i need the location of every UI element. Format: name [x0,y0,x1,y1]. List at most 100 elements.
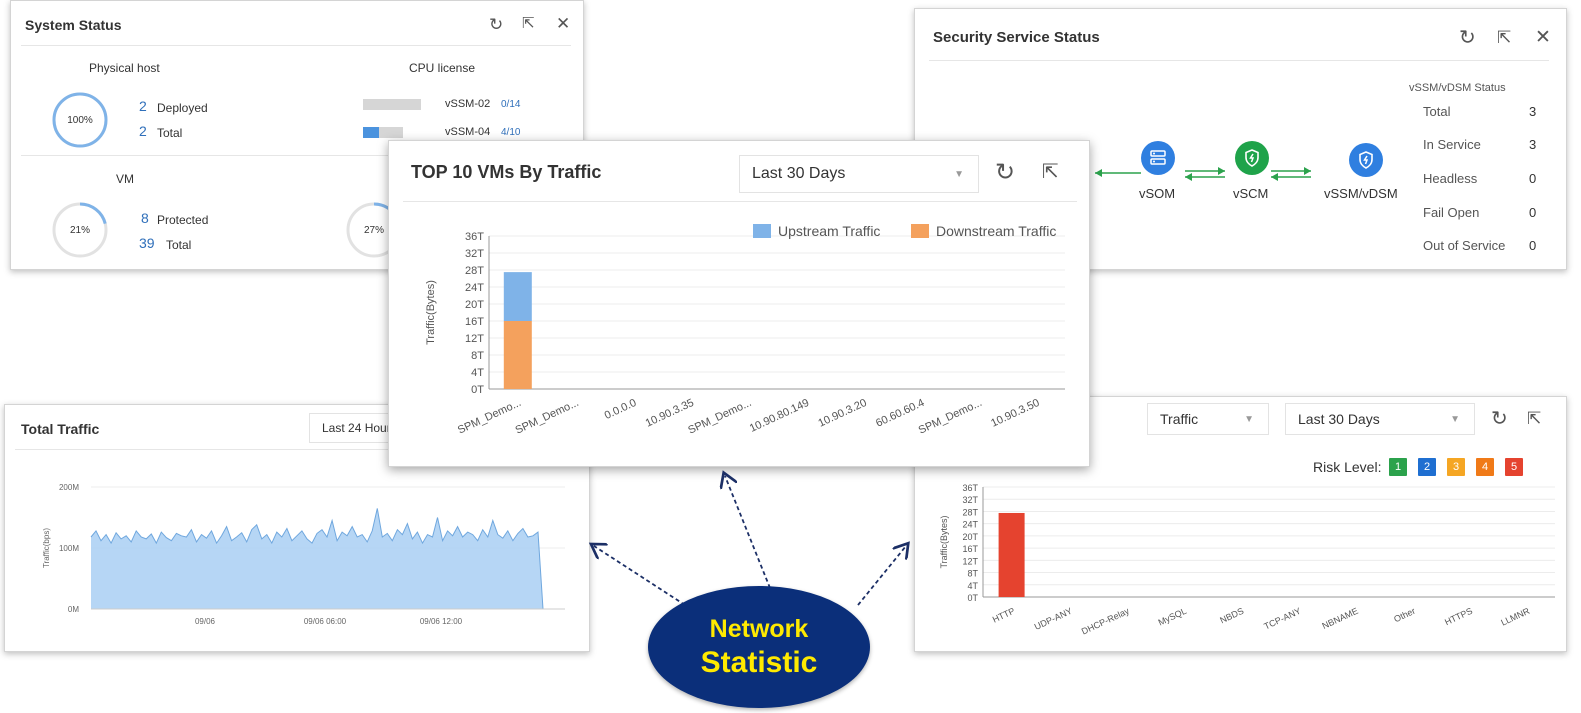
x-tick-label: 09/06 [195,617,216,626]
expand-icon[interactable]: ⇱ [522,16,535,31]
top-vms-range-value: Last 30 Days [752,165,846,182]
y-tick-label: 0T [471,384,484,396]
license-name-vssm04: vSSM-04 [445,126,491,138]
chevron-down-icon: ▼ [954,168,964,180]
bar-upstream [503,272,532,321]
license-value-vssm04: 4/10 [501,127,521,138]
risk-level-label: Risk Level: [1313,459,1382,475]
y-tick-label: 8T [471,350,484,362]
shield-gear-icon [1245,149,1259,167]
chevron-down-icon: ▼ [1244,413,1254,425]
x-tick-label: SPM_Demo... [514,397,581,437]
refresh-icon[interactable]: ↻ [489,16,503,33]
status-label-fail-open: Fail Open [1423,205,1480,220]
app-range-value: Last 30 Days [1298,411,1380,427]
bar [998,512,1025,597]
x-tick-label: Other [1392,606,1417,625]
y-tick-label: 4T [471,367,484,379]
y-axis-label: Traffic(Bytes) [425,280,437,345]
x-tick-label: UDP-ANY [1033,606,1074,632]
y-tick-label: 20T [962,532,978,542]
system-status-title: System Status [25,17,122,33]
node-vscm[interactable] [1235,141,1269,175]
refresh-icon[interactable]: ↻ [1491,409,1508,429]
callout-line1: Network [709,615,809,643]
app-traffic-chart: 0T 4T 8T 12T 16T 20T 24T 28T 32T 36T Traffic(Bytes… [939,483,1555,637]
legend-downstream-label: Downstream Traffic [936,223,1056,239]
y-tick-label: 36T [465,231,484,243]
second-gauge-percent: 27% [364,225,384,236]
x-tick-label: MySQL [1157,606,1188,628]
deployed-label: Deployed [157,101,208,115]
refresh-icon[interactable]: ↻ [1459,28,1476,48]
x-tick-label: HTTP [991,606,1017,625]
node-vsom[interactable] [1141,141,1175,175]
host-total-count: 2 [139,123,147,139]
x-tick-label: LLMNR [1499,606,1531,628]
status-value-total: 3 [1529,104,1537,119]
y-tick-label: 4T [967,581,978,591]
y-axis-label: Traffic(Bytes) [939,515,949,568]
node-vssm-label: vSSM/vDSM [1324,186,1398,201]
risk-level-3[interactable]: 3 [1447,458,1465,476]
top-vms-range-select[interactable]: Last 30 Days ▼ [739,155,979,193]
top-vms-chart: 0T 4T 8T 12T 16T 20T 24T 28T 32T 36T Traffic(Bytes… [425,223,1065,437]
status-label-headless: Headless [1423,171,1478,186]
y-tick-label: 32T [962,495,978,505]
y-tick-label: 0T [967,593,978,603]
y-axis-label: Traffic(bps) [42,528,51,568]
traffic-area [91,508,543,609]
close-icon[interactable]: ✕ [556,15,570,32]
app-metric-select[interactable]: Traffic ▼ [1147,403,1269,435]
refresh-icon[interactable]: ↻ [995,161,1015,185]
host-total-label: Total [157,126,183,140]
x-tick-label: 10.90.3.20 [816,397,868,430]
x-tick-label: 09/06 06:00 [304,617,347,626]
status-value-out-of-service: 0 [1529,238,1537,253]
expand-icon[interactable]: ⇱ [1042,162,1059,182]
expand-icon[interactable]: ⇱ [1497,29,1511,46]
y-tick-label: 20T [465,299,484,311]
physical-host-percent: 100% [67,115,93,126]
x-tick-label: 0.0.0.0 [603,397,639,422]
risk-level-2[interactable]: 2 [1418,458,1436,476]
y-tick-label: 100M [59,544,79,553]
total-traffic-chart: 200M 100M 0M Traffic(bps) 09/06 09/06 06:00 09… [42,483,565,626]
status-value-fail-open: 0 [1529,205,1537,220]
legend-downstream-swatch [911,224,929,238]
status-value-in-service: 3 [1529,137,1537,152]
legend-upstream-swatch [753,224,771,238]
node-vssm[interactable] [1349,143,1383,177]
x-tick-label: HTTPS [1443,606,1474,628]
license-bar-vssm04 [363,127,403,138]
cpu-license-label: CPU license [409,61,476,75]
risk-level-1[interactable]: 1 [1389,458,1407,476]
x-tick-label: NBDS [1218,606,1245,626]
expand-icon[interactable]: ⇱ [1527,410,1541,427]
y-tick-label: 32T [465,248,484,260]
total-traffic-title: Total Traffic [21,421,100,437]
vm-total-label: Total [166,238,192,252]
bar-downstream [503,321,532,389]
y-tick-label: 28T [465,265,484,277]
risk-level-4[interactable]: 4 [1476,458,1494,476]
network-statistic-callout: Network Statistic [648,586,870,708]
license-bar-vssm02 [363,99,421,110]
physical-host-gauge: 100% [52,92,108,148]
close-icon[interactable]: ✕ [1535,28,1551,47]
vm-percent: 21% [70,225,90,236]
x-tick-label: 10.90.80.149 [748,397,811,435]
protected-label: Protected [157,213,209,227]
app-range-select[interactable]: Last 30 Days ▼ [1285,403,1475,435]
license-name-vssm02: vSSM-02 [445,98,491,110]
risk-level-5[interactable]: 5 [1505,458,1523,476]
y-tick-label: 12T [962,556,978,566]
license-value-vssm02: 0/14 [501,99,521,110]
security-status-title: Security Service Status [933,29,1100,46]
vssm-status-title: vSSM/vDSM Status [1409,82,1506,94]
total-traffic-range-value: Last 24 Hour [322,421,391,435]
physical-host-label: Physical host [89,61,160,75]
x-tick-label: SPM_Demo... [456,397,523,437]
y-tick-label: 0M [68,605,79,614]
y-tick-label: 200M [59,483,79,492]
